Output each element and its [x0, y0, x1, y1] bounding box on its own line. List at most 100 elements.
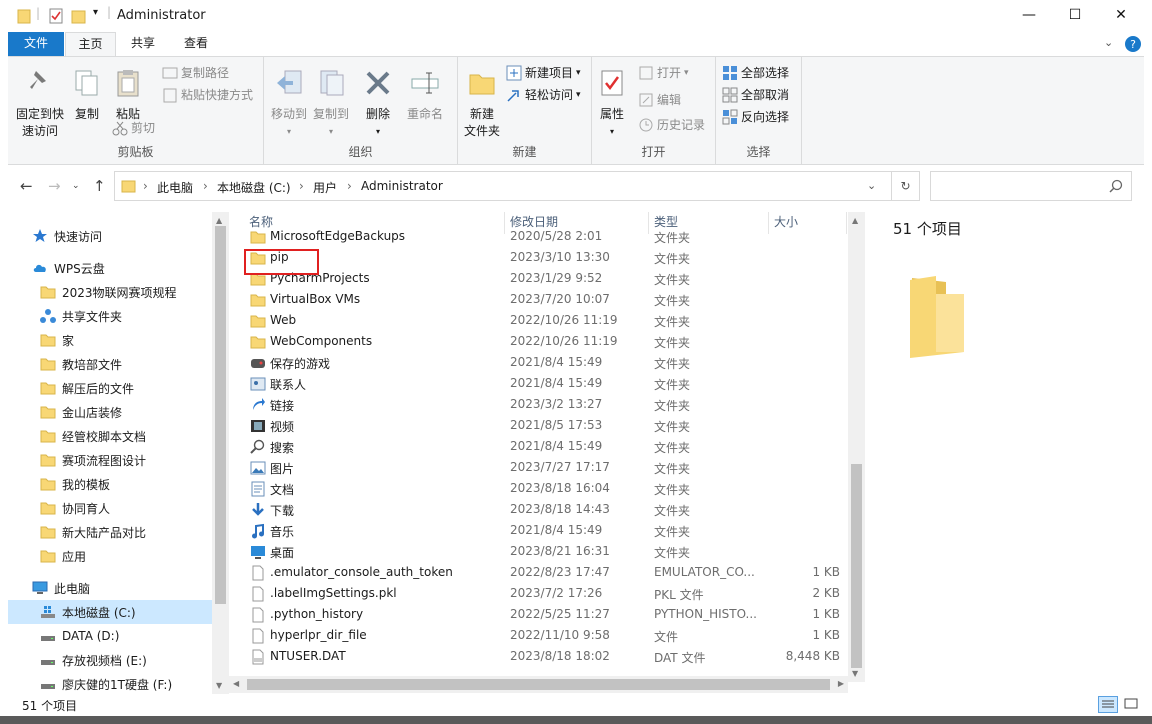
file-row[interactable]: WebComponents 2022/10/26 11:19 文件夹 — [229, 332, 848, 353]
nav-drive[interactable]: 存放视频档 (E:) — [8, 648, 212, 672]
nav-wps-item[interactable]: 协同育人 — [8, 496, 212, 520]
file-row[interactable]: MicrosoftEdgeBackups 2020/5/28 2:01 文件夹 — [229, 227, 848, 248]
nav-wps-item[interactable]: 共享文件夹 — [8, 304, 212, 328]
file-row[interactable]: 链接 2023/3/2 13:27 文件夹 — [229, 395, 848, 416]
cut-button[interactable]: 剪切 — [112, 118, 155, 138]
edit-button[interactable]: 编辑 — [638, 90, 681, 110]
breadcrumb-separator-icon[interactable]: › — [203, 179, 208, 193]
minimize-button[interactable]: — — [1006, 0, 1052, 30]
file-row[interactable]: 搜索 2021/8/4 15:49 文件夹 — [229, 437, 848, 458]
properties-button[interactable]: 属性 ▾ — [596, 67, 628, 140]
file-row[interactable]: 保存的游戏 2021/8/4 15:49 文件夹 — [229, 353, 848, 374]
file-row[interactable]: hyperlpr_dir_file 2022/11/10 9:58 文件 1 KB — [229, 626, 848, 647]
breadcrumb-administrator[interactable]: Administrator — [361, 179, 443, 193]
scroll-up-icon[interactable]: ▲ — [852, 216, 858, 225]
pin-quick-access-button[interactable]: 固定到快 速访问 — [14, 67, 66, 140]
file-row[interactable]: 音乐 2021/8/4 15:49 文件夹 — [229, 521, 848, 542]
search-input[interactable] — [930, 171, 1132, 201]
file-row[interactable]: PycharmProjects 2023/1/29 9:52 文件夹 — [229, 269, 848, 290]
paste-shortcut-button[interactable]: 粘贴快捷方式 — [162, 85, 253, 105]
breadcrumb-users[interactable]: 用户 — [313, 179, 337, 196]
tab-file[interactable]: 文件 — [8, 32, 64, 56]
breadcrumb-separator-icon[interactable]: › — [143, 179, 148, 193]
breadcrumb-separator-icon[interactable]: › — [299, 179, 304, 193]
file-row[interactable]: 文档 2023/8/18 16:04 文件夹 — [229, 479, 848, 500]
nav-scrollbar[interactable]: ▲ ▼ — [212, 212, 229, 694]
breadcrumb-separator-icon[interactable]: › — [347, 179, 352, 193]
scroll-right-icon[interactable]: ▶ — [838, 679, 844, 688]
scroll-up-icon[interactable]: ▲ — [216, 216, 222, 225]
forward-arrow-icon[interactable]: → — [48, 177, 61, 195]
file-list-scrollbar[interactable]: ▲ ▼ — [848, 212, 865, 682]
address-bar[interactable]: › 此电脑 › 本地磁盘 (C:) › 用户 › Administrator ⌄ — [114, 171, 892, 201]
recent-chevron-icon[interactable]: ⌄ — [72, 181, 80, 191]
select-none-button[interactable]: 全部取消 — [722, 85, 789, 105]
scroll-left-icon[interactable]: ◀ — [233, 679, 239, 688]
file-row[interactable]: Web 2022/10/26 11:19 文件夹 — [229, 311, 848, 332]
file-row[interactable]: VirtualBox VMs 2023/7/20 10:07 文件夹 — [229, 290, 848, 311]
new-item-button[interactable]: 新建项目 ▾ — [506, 63, 581, 83]
nav-wps-item[interactable]: 赛项流程图设计 — [8, 448, 212, 472]
large-icons-view-button[interactable] — [1122, 696, 1142, 713]
invert-selection-button[interactable]: 反向选择 — [722, 107, 789, 127]
nav-wps-item[interactable]: 2023物联网赛项规程 — [8, 280, 212, 304]
details-view-button[interactable] — [1098, 696, 1118, 713]
nav-wps-item[interactable]: 金山店装修 — [8, 400, 212, 424]
nav-wps-item[interactable]: 解压后的文件 — [8, 376, 212, 400]
nav-wps-item[interactable]: 家 — [8, 328, 212, 352]
hscroll-thumb[interactable] — [247, 679, 830, 690]
help-icon[interactable]: ? — [1124, 35, 1142, 53]
chevron-down-icon[interactable]: ▾ — [93, 7, 98, 18]
file-scroll-thumb[interactable] — [851, 464, 862, 668]
new-folder-button[interactable]: 新建 文件夹 — [462, 67, 502, 140]
copy-to-button[interactable]: 复制到 ▾ — [310, 67, 352, 140]
up-arrow-icon[interactable]: ↑ — [93, 177, 106, 195]
address-dropdown-icon[interactable]: ⌄ — [867, 179, 876, 192]
file-row[interactable]: pip 2023/3/10 13:30 文件夹 — [229, 248, 848, 269]
file-row[interactable]: .emulator_console_auth_token 2022/8/23 17… — [229, 563, 848, 584]
file-list-hscrollbar[interactable]: ◀ ▶ — [229, 676, 848, 693]
refresh-button[interactable]: ↻ — [892, 171, 920, 201]
new-folder-quick-icon[interactable] — [71, 7, 87, 25]
tab-share[interactable]: 共享 — [118, 32, 168, 56]
copy-path-button[interactable]: 复制路径 — [162, 63, 229, 83]
easy-access-button[interactable]: 轻松访问 ▾ — [506, 85, 581, 105]
move-to-button[interactable]: 移动到 ▾ — [268, 67, 310, 140]
nav-quick-access[interactable]: 快速访问 — [8, 224, 212, 248]
paste-button[interactable]: 粘贴 — [108, 67, 148, 123]
file-row[interactable]: 视频 2021/8/5 17:53 文件夹 — [229, 416, 848, 437]
scroll-down-icon[interactable]: ▼ — [216, 681, 222, 690]
breadcrumb-c-drive[interactable]: 本地磁盘 (C:) — [217, 179, 291, 196]
nav-wps-cloud[interactable]: WPS云盘 — [8, 256, 212, 280]
back-arrow-icon[interactable]: ← — [20, 177, 33, 195]
nav-wps-item[interactable]: 新大陆产品对比 — [8, 520, 212, 544]
nav-this-pc[interactable]: 此电脑 — [8, 576, 212, 600]
history-button[interactable]: 历史记录 — [638, 115, 705, 135]
properties-check-icon[interactable] — [48, 7, 64, 25]
nav-wps-item[interactable]: 应用 — [8, 544, 212, 568]
maximize-button[interactable]: ☐ — [1052, 0, 1098, 30]
delete-button[interactable]: 删除 ▾ — [360, 67, 396, 140]
select-all-button[interactable]: 全部选择 — [722, 63, 789, 83]
file-row[interactable]: 联系人 2021/8/4 15:49 文件夹 — [229, 374, 848, 395]
scroll-down-icon[interactable]: ▼ — [852, 669, 858, 678]
nav-wps-item[interactable]: 我的模板 — [8, 472, 212, 496]
file-row[interactable]: 图片 2023/7/27 17:17 文件夹 — [229, 458, 848, 479]
open-button[interactable]: 打开 ▾ — [638, 63, 689, 83]
tab-view[interactable]: 查看 — [170, 32, 222, 56]
collapse-ribbon-icon[interactable]: ⌄ — [1104, 36, 1113, 49]
close-button[interactable]: ✕ — [1098, 0, 1144, 30]
file-row[interactable]: NTUSER.DAT 2023/8/18 18:02 DAT 文件 8,448 KB — [229, 647, 848, 668]
nav-scroll-thumb[interactable] — [215, 226, 226, 604]
nav-drive[interactable]: DATA (D:) — [8, 624, 212, 648]
file-row[interactable]: .labelImgSettings.pkl 2023/7/2 17:26 PKL 文… — [229, 584, 848, 605]
copy-button[interactable]: 复制 — [68, 67, 106, 123]
file-row[interactable]: .python_history 2022/5/25 11:27 PYTHON_HIS… — [229, 605, 848, 626]
rename-button[interactable]: 重命名 — [402, 67, 448, 123]
file-row[interactable]: 下载 2023/8/18 14:43 文件夹 — [229, 500, 848, 521]
tab-home[interactable]: 主页 — [65, 32, 116, 56]
nav-wps-item[interactable]: 教培部文件 — [8, 352, 212, 376]
nav-drive[interactable]: 本地磁盘 (C:) — [8, 600, 212, 624]
nav-wps-item[interactable]: 经管校脚本文档 — [8, 424, 212, 448]
nav-drive[interactable]: 廖庆健的1T硬盘 (F:) — [8, 672, 212, 694]
